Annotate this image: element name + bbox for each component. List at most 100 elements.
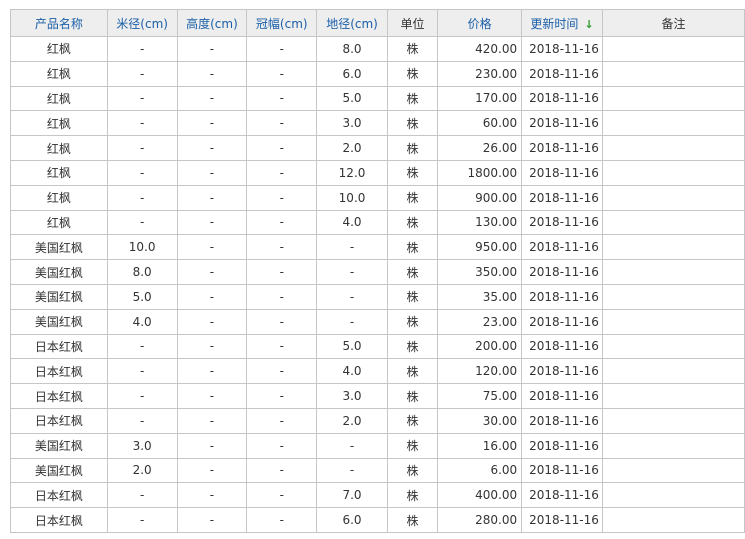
cell-rice-diameter: 4.0 xyxy=(106,308,178,335)
cell-rice-diameter: - xyxy=(106,159,178,186)
cell-name: 红枫 xyxy=(10,184,108,211)
cell-unit: 株 xyxy=(386,135,439,161)
cell-note xyxy=(601,259,745,285)
cell-rice-diameter: - xyxy=(106,36,178,62)
cell-crown: - xyxy=(246,283,318,310)
cell-updated: 2018-11-16 xyxy=(521,358,603,385)
price-table-container: 产品名称 米径(cm) 高度(cm) 冠幅(cm) 地径(cm) 单位 价格 更… xyxy=(10,9,745,533)
cell-height: - xyxy=(176,308,248,335)
cell-updated: 2018-11-16 xyxy=(521,283,603,310)
table-row: 美国红枫 5.0- - - 株 35.00 2018-11-16 xyxy=(10,283,745,310)
cell-price: 30.00 xyxy=(437,407,523,434)
cell-crown: - xyxy=(246,85,318,112)
cell-name: 日本红枫 xyxy=(10,407,108,434)
cell-height: - xyxy=(176,234,248,261)
cell-name: 红枫 xyxy=(10,209,108,236)
cell-unit: 株 xyxy=(386,259,439,285)
cell-unit: 株 xyxy=(386,457,439,484)
cell-ground-diameter: 3.0 xyxy=(316,110,388,137)
cell-note xyxy=(601,159,745,186)
cell-unit: 株 xyxy=(386,283,439,310)
cell-price: 6.00 xyxy=(437,457,523,484)
cell-unit: 株 xyxy=(386,482,439,509)
cell-note xyxy=(601,135,745,161)
cell-price: 900.00 xyxy=(437,184,523,211)
table-row: 红枫 - - -12.0 株 1800.00 2018-11-16 xyxy=(10,159,745,186)
cell-price: 170.00 xyxy=(437,85,523,112)
cell-rice-diameter: - xyxy=(106,482,178,509)
header-updated[interactable]: 更新时间 ↓ xyxy=(521,9,603,37)
header-ground-diameter[interactable]: 地径(cm) xyxy=(316,9,388,37)
cell-note xyxy=(601,184,745,211)
cell-price: 75.00 xyxy=(437,383,523,409)
cell-updated: 2018-11-16 xyxy=(521,507,603,533)
cell-name: 日本红枫 xyxy=(10,333,108,360)
table-row: 日本红枫 - - -3.0 株 75.00 2018-11-16 xyxy=(10,383,745,409)
header-rice-diameter[interactable]: 米径(cm) xyxy=(106,9,178,37)
header-crown[interactable]: 冠幅(cm) xyxy=(246,9,318,37)
cell-note xyxy=(601,85,745,112)
table-row: 红枫 - - -5.0 株 170.00 2018-11-16 xyxy=(10,85,745,112)
cell-height: - xyxy=(176,457,248,484)
table-row: 红枫 - - -10.0 株 900.00 2018-11-16 xyxy=(10,184,745,211)
cell-height: - xyxy=(176,135,248,161)
cell-name: 美国红枫 xyxy=(10,308,108,335)
header-price[interactable]: 价格 xyxy=(437,9,523,37)
cell-rice-diameter: 8.0 xyxy=(106,259,178,285)
cell-name: 日本红枫 xyxy=(10,507,108,533)
price-table: 产品名称 米径(cm) 高度(cm) 冠幅(cm) 地径(cm) 单位 价格 更… xyxy=(10,9,745,533)
cell-price: 60.00 xyxy=(437,110,523,137)
cell-price: 130.00 xyxy=(437,209,523,236)
cell-rice-diameter: - xyxy=(106,60,178,87)
table-row: 日本红枫 - - -4.0 株 120.00 2018-11-16 xyxy=(10,358,745,385)
cell-crown: - xyxy=(246,60,318,87)
cell-price: 26.00 xyxy=(437,135,523,161)
cell-updated: 2018-11-16 xyxy=(521,135,603,161)
cell-crown: - xyxy=(246,234,318,261)
cell-unit: 株 xyxy=(386,85,439,112)
header-unit: 单位 xyxy=(386,9,439,37)
cell-rice-diameter: - xyxy=(106,135,178,161)
cell-note xyxy=(601,407,745,434)
cell-height: - xyxy=(176,110,248,137)
cell-unit: 株 xyxy=(386,110,439,137)
sort-down-arrow-icon[interactable]: ↓ xyxy=(584,18,593,31)
cell-ground-diameter: 8.0 xyxy=(316,36,388,62)
table-row: 日本红枫 - - -7.0 株 400.00 2018-11-16 xyxy=(10,482,745,509)
table-row: 红枫 - - -3.0 株 60.00 2018-11-16 xyxy=(10,110,745,137)
cell-updated: 2018-11-16 xyxy=(521,85,603,112)
cell-name: 红枫 xyxy=(10,110,108,137)
cell-crown: - xyxy=(246,507,318,533)
table-row: 日本红枫 - - -2.0 株 30.00 2018-11-16 xyxy=(10,407,745,434)
cell-note xyxy=(601,60,745,87)
cell-ground-diameter: 4.0 xyxy=(316,358,388,385)
table-row: 美国红枫 10.0- - - 株 950.00 2018-11-16 xyxy=(10,234,745,261)
cell-unit: 株 xyxy=(386,60,439,87)
cell-ground-diameter: 2.0 xyxy=(316,135,388,161)
header-height[interactable]: 高度(cm) xyxy=(176,9,248,37)
cell-ground-diameter: 5.0 xyxy=(316,85,388,112)
cell-name: 美国红枫 xyxy=(10,234,108,261)
cell-note xyxy=(601,432,745,459)
cell-ground-diameter: 12.0 xyxy=(316,159,388,186)
cell-ground-diameter: - xyxy=(316,432,388,459)
cell-price: 23.00 xyxy=(437,308,523,335)
cell-ground-diameter: - xyxy=(316,259,388,285)
cell-updated: 2018-11-16 xyxy=(521,159,603,186)
cell-updated: 2018-11-16 xyxy=(521,407,603,434)
header-name[interactable]: 产品名称 xyxy=(10,9,108,37)
cell-ground-diameter: 7.0 xyxy=(316,482,388,509)
cell-price: 35.00 xyxy=(437,283,523,310)
cell-height: - xyxy=(176,482,248,509)
cell-name: 日本红枫 xyxy=(10,383,108,409)
cell-height: - xyxy=(176,209,248,236)
cell-ground-diameter: 10.0 xyxy=(316,184,388,211)
cell-updated: 2018-11-16 xyxy=(521,60,603,87)
cell-height: - xyxy=(176,36,248,62)
cell-name: 红枫 xyxy=(10,85,108,112)
cell-name: 美国红枫 xyxy=(10,432,108,459)
cell-unit: 株 xyxy=(386,234,439,261)
cell-updated: 2018-11-16 xyxy=(521,234,603,261)
cell-name: 红枫 xyxy=(10,60,108,87)
cell-note xyxy=(601,507,745,533)
